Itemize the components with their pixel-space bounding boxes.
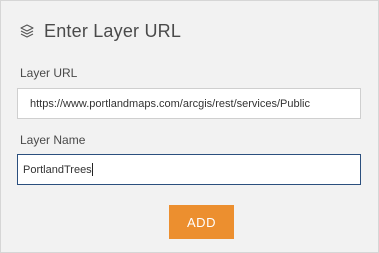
- layer-name-value: PortlandTrees: [23, 163, 92, 176]
- layer-url-value: https://www.portlandmaps.com/arcgis/rest…: [30, 97, 310, 110]
- layer-name-input[interactable]: PortlandTrees: [17, 154, 361, 185]
- panel-header: Enter Layer URL: [19, 20, 181, 42]
- layer-url-label: Layer URL: [20, 66, 78, 80]
- layer-url-input[interactable]: https://www.portlandmaps.com/arcgis/rest…: [17, 88, 361, 119]
- layer-name-label: Layer Name: [20, 133, 86, 147]
- add-layer-panel: Enter Layer URL Layer URL https://www.po…: [0, 0, 379, 253]
- add-button[interactable]: ADD: [169, 205, 234, 239]
- layers-icon: [19, 23, 35, 39]
- text-cursor: [91, 163, 93, 176]
- panel-title: Enter Layer URL: [44, 20, 182, 41]
